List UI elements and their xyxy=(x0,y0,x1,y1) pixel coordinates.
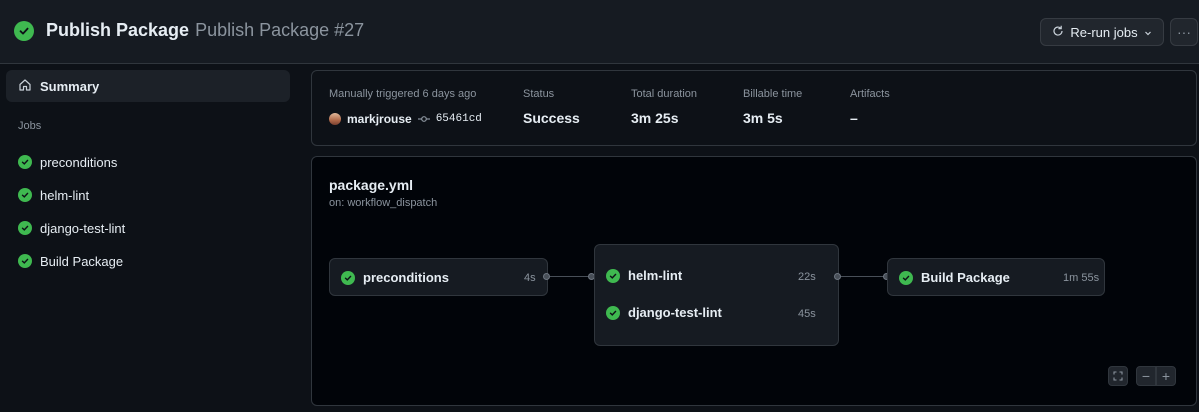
avatar[interactable] xyxy=(329,113,341,125)
graph-job-helm-lint[interactable]: helm-lint xyxy=(606,268,682,283)
workflow-trigger: on: workflow_dispatch xyxy=(329,197,438,209)
workflow-graph: package.yml on: workflow_dispatch precon… xyxy=(311,156,1197,406)
actor-link[interactable]: markjrouse xyxy=(347,112,412,126)
jobs-heading: Jobs xyxy=(18,120,42,132)
chevron-down-icon xyxy=(1144,25,1152,40)
status-info: Status Success xyxy=(523,88,580,126)
sidebar-job-build-package[interactable]: Build Package xyxy=(18,251,123,271)
job-duration: 4s xyxy=(524,272,536,284)
artifacts-value: – xyxy=(850,110,858,126)
success-check-icon xyxy=(606,268,620,283)
sidebar-job-label: preconditions xyxy=(40,154,118,170)
sidebar-item-label: Summary xyxy=(40,78,100,94)
connector-line xyxy=(841,276,884,277)
artifacts-info: Artifacts – xyxy=(850,88,890,126)
duration-value: 3m 25s xyxy=(631,110,679,126)
sidebar-job-django-test-lint[interactable]: django-test-lint xyxy=(18,218,125,238)
run-title: Publish Package Publish Package #27 xyxy=(14,20,364,41)
status-value: Success xyxy=(523,110,580,126)
rerun-jobs-label: Re-run jobs xyxy=(1070,24,1138,40)
graph-job-django-test-lint[interactable]: django-test-lint xyxy=(606,305,722,320)
graph-node-build-package[interactable]: Build Package 1m 55s xyxy=(887,258,1105,296)
job-name: preconditions xyxy=(363,270,449,285)
connector-dot xyxy=(543,273,550,280)
workflow-name: Publish Package xyxy=(46,20,190,40)
job-name: django-test-lint xyxy=(628,305,722,320)
kebab-icon: ··· xyxy=(1177,24,1191,40)
sidebar-item-summary[interactable]: Summary xyxy=(6,70,290,102)
commit-icon xyxy=(417,112,430,126)
sidebar-job-label: Build Package xyxy=(40,253,124,269)
status-label: Status xyxy=(523,88,555,100)
trigger-info: Manually triggered 6 days ago markjrouse… xyxy=(329,88,482,126)
run-header: Publish Package Publish Package #27 Re-r… xyxy=(0,0,1199,64)
job-duration: 1m 55s xyxy=(1063,272,1100,284)
rerun-jobs-button[interactable]: Re-run jobs xyxy=(1040,18,1164,46)
job-duration: 45s xyxy=(798,308,816,320)
sidebar-job-helm-lint[interactable]: helm-lint xyxy=(18,185,89,205)
job-duration: 22s xyxy=(798,271,816,283)
workflow-file-name[interactable]: package.yml xyxy=(329,177,413,193)
sidebar-job-preconditions[interactable]: preconditions xyxy=(18,152,117,172)
sidebar-job-label: helm-lint xyxy=(40,187,90,203)
duration-info: Total duration 3m 25s xyxy=(631,88,697,126)
success-check-icon xyxy=(899,270,913,285)
artifacts-label: Artifacts xyxy=(850,88,890,100)
job-name: Build Package xyxy=(921,270,1010,285)
graph-node-preconditions[interactable]: preconditions 4s xyxy=(329,258,548,296)
success-check-icon xyxy=(341,270,355,285)
connector-dot xyxy=(834,273,841,280)
connector-line xyxy=(550,276,588,277)
commit-link[interactable]: 65461cd xyxy=(436,113,482,125)
job-name: helm-lint xyxy=(628,268,683,283)
fullscreen-button[interactable] xyxy=(1108,366,1128,386)
duration-label: Total duration xyxy=(631,88,698,100)
billable-value: 3m 5s xyxy=(743,110,783,126)
success-check-icon xyxy=(606,305,620,320)
graph-node-group: helm-lint 22s django-test-lint 45s xyxy=(594,244,839,346)
sync-icon xyxy=(1052,25,1064,40)
sidebar-job-label: django-test-lint xyxy=(40,220,126,236)
success-check-icon xyxy=(18,155,32,169)
minus-icon: − xyxy=(1141,368,1151,384)
trigger-label: Manually triggered 6 days ago xyxy=(329,88,477,100)
success-check-icon xyxy=(18,188,32,202)
run-summary-card: Manually triggered 6 days ago markjrouse… xyxy=(311,70,1197,146)
success-check-icon xyxy=(14,20,34,41)
sidebar: Summary Jobs preconditions helm-lint dja… xyxy=(0,64,300,412)
zoom-out-button[interactable]: − xyxy=(1136,366,1156,386)
more-options-button[interactable]: ··· xyxy=(1170,18,1198,46)
run-name: Publish Package #27 xyxy=(195,20,365,40)
success-check-icon xyxy=(18,221,32,235)
zoom-in-button[interactable]: + xyxy=(1156,366,1176,386)
home-icon xyxy=(18,78,32,95)
billable-info: Billable time 3m 5s xyxy=(743,88,802,126)
success-check-icon xyxy=(18,254,32,268)
billable-label: Billable time xyxy=(743,88,803,100)
plus-icon: + xyxy=(1161,368,1171,384)
fullscreen-icon xyxy=(1113,368,1123,384)
